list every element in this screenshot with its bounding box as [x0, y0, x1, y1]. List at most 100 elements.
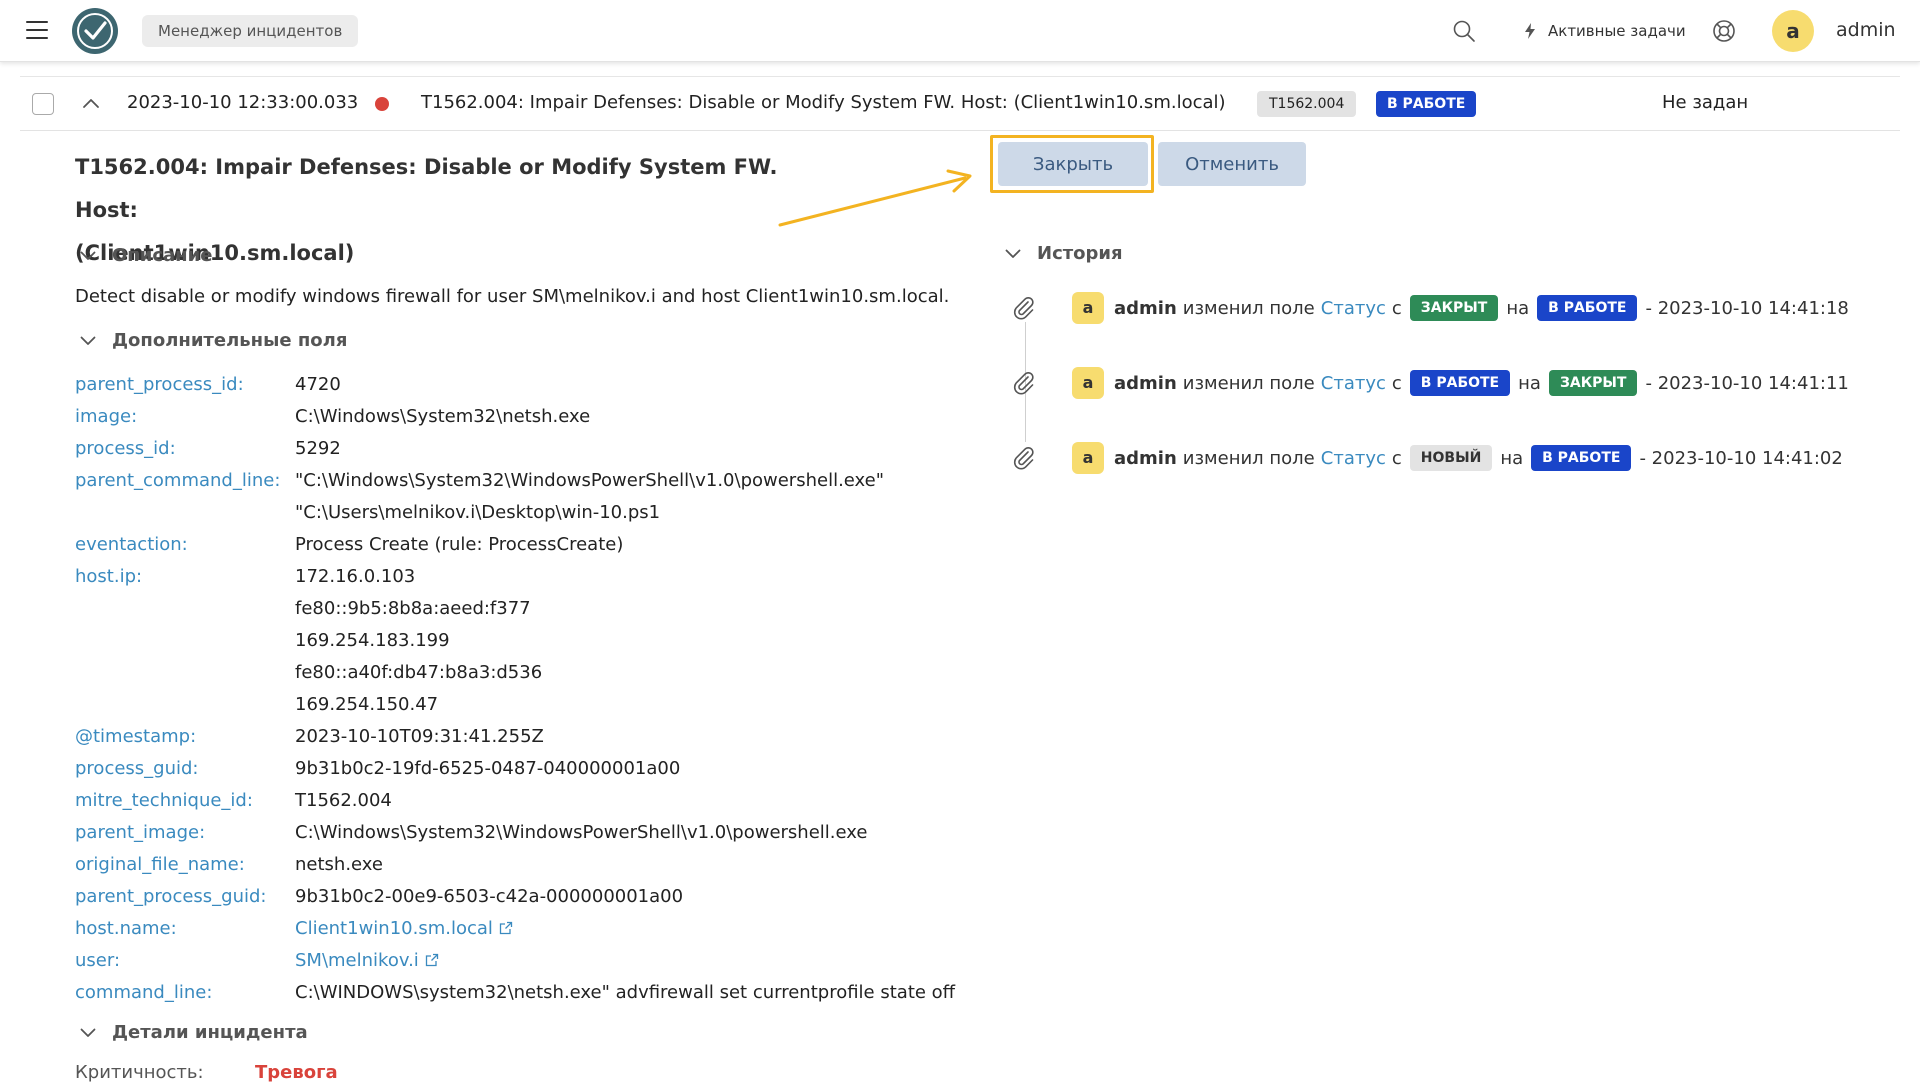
field-key: parent_command_line:: [75, 470, 281, 491]
field-key: parent_process_guid:: [75, 886, 267, 907]
field-value: "C:\Users\melnikov.i\Desktop\win-10.ps1: [295, 502, 661, 523]
field-value: fe80::9b5:8b8a:aeed:f377: [295, 598, 531, 619]
field-row: parent_process_guid: 9b31b0c2-00e9-6503-c…: [75, 881, 975, 913]
chevron-down-icon: [1005, 249, 1021, 258]
field-value: netsh.exe: [295, 854, 383, 875]
field-row: host.ip: 172.16.0.103: [75, 561, 975, 593]
section-title: Дополнительные поля: [112, 330, 348, 351]
field-value: fe80::a40f:db47:b8a3:d536: [295, 662, 543, 683]
history-to-word: на: [1518, 372, 1541, 394]
history-action: изменил поле: [1182, 447, 1315, 469]
field-row: command_line: C:\WINDOWS\system32\netsh.e…: [75, 977, 975, 1009]
history-time: - 2023-10-10 14:41:11: [1645, 372, 1849, 394]
severity-dot: [375, 97, 389, 111]
active-tasks-button[interactable]: Активные задачи: [1524, 20, 1686, 42]
history-action: изменил поле: [1182, 372, 1315, 394]
app-name-badge[interactable]: Менеджер инцидентов: [142, 15, 359, 47]
field-value: 9b31b0c2-19fd-6525-0487-040000001a00: [295, 758, 681, 779]
chevron-down-icon: [80, 251, 96, 260]
external-link-icon[interactable]: [425, 953, 439, 967]
menu-icon[interactable]: [26, 21, 48, 39]
host-name-link[interactable]: Client1win10.sm.local: [295, 913, 513, 945]
field-row: parent_command_line: "C:\Windows\System32…: [75, 465, 975, 497]
history-time: - 2023-10-10 14:41:02: [1639, 447, 1843, 469]
user-name[interactable]: admin: [1836, 19, 1896, 41]
field-row: image: C:\Windows\System32\netsh.exe: [75, 401, 975, 433]
status-badge: В РАБОТЕ: [1537, 295, 1638, 321]
row-checkbox[interactable]: [32, 93, 54, 115]
logo-icon[interactable]: [70, 6, 120, 56]
field-row: parent_image: C:\Windows\System32\Windows…: [75, 817, 975, 849]
bolt-icon: [1525, 23, 1535, 39]
history-user: admin: [1114, 447, 1177, 469]
field-key: parent_image:: [75, 822, 206, 843]
history-item: a admin изменил поле Статус с В РАБОТЕ н…: [1010, 366, 1849, 400]
history-to-word: на: [1500, 447, 1524, 469]
technique-tag: T1562.004: [1257, 91, 1357, 117]
field-row: @timestamp: 2023-10-10T09:31:41.255Z: [75, 721, 975, 753]
history-avatar: a: [1072, 442, 1104, 474]
avatar[interactable]: a: [1772, 10, 1814, 52]
section-title: Описание: [112, 245, 213, 266]
history-field: Статус: [1320, 297, 1386, 319]
field-key: host.ip:: [75, 566, 143, 587]
chevron-up-icon[interactable]: [80, 93, 102, 115]
field-value: T1562.004: [295, 790, 392, 811]
field-key: [75, 497, 295, 529]
field-key: parent_process_id:: [75, 374, 244, 395]
user-link[interactable]: SM\melnikov.i: [295, 945, 439, 977]
assignee[interactable]: Не задан: [1662, 92, 1748, 113]
detail-title-line: T1562.004: Impair Defenses: Disable or M…: [75, 155, 778, 222]
history-user: admin: [1114, 297, 1177, 319]
history-from-word: с: [1391, 447, 1402, 469]
incident-title[interactable]: T1562.004: Impair Defenses: Disable or M…: [421, 92, 1226, 113]
section-description[interactable]: Описание: [80, 245, 212, 266]
extra-fields-list: parent_process_id: 4720 image: C:\Windows\…: [75, 369, 975, 1009]
field-value: C:\WINDOWS\system32\netsh.exe" advfirewa…: [295, 982, 956, 1003]
field-value: 2023-10-10T09:31:41.255Z: [295, 726, 544, 747]
history-avatar: a: [1072, 367, 1104, 399]
field-key: eventaction:: [75, 534, 188, 555]
cancel-button[interactable]: Отменить: [1158, 142, 1306, 186]
field-row: host.name: Client1win10.sm.local: [75, 913, 975, 945]
field-row: mitre_technique_id: T1562.004: [75, 785, 975, 817]
incident-row[interactable]: 2023-10-10 12:33:00.033 T1562.004: Impai…: [20, 77, 1900, 131]
section-extra-fields[interactable]: Дополнительные поля: [80, 330, 347, 351]
search-icon[interactable]: [1452, 19, 1476, 43]
paperclip-icon: [1013, 296, 1034, 320]
section-title: История: [1037, 243, 1123, 264]
description-text: Detect disable or modify windows firewal…: [75, 286, 950, 307]
field-row: user: SM\melnikov.i: [75, 945, 975, 977]
status-badge: В РАБОТЕ: [1409, 370, 1511, 396]
field-key: host.name:: [75, 918, 177, 939]
field-row: 169.254.150.47: [75, 689, 975, 721]
field-value: Process Create (rule: ProcessCreate): [295, 534, 624, 555]
paperclip-icon: [1013, 371, 1034, 395]
section-title: Детали инцидента: [112, 1022, 308, 1043]
history-from-word: с: [1391, 372, 1402, 394]
field-value: 169.254.150.47: [295, 694, 439, 715]
section-history[interactable]: История: [1005, 243, 1123, 264]
history-item: a admin изменил поле Статус с НОВЫЙ на В…: [1010, 441, 1843, 475]
close-button[interactable]: Закрыть: [998, 142, 1148, 186]
field-key: image:: [75, 406, 138, 427]
field-row: eventaction: Process Create (rule: Proces…: [75, 529, 975, 561]
history-to-word: на: [1506, 297, 1530, 319]
field-key: user:: [75, 950, 121, 971]
field-key: [75, 657, 295, 689]
annotation-arrow: [778, 169, 972, 227]
field-key: @timestamp:: [75, 726, 197, 747]
field-key: process_guid:: [75, 758, 199, 779]
status-badge: НОВЫЙ: [1409, 445, 1493, 471]
field-row: 169.254.183.199: [75, 625, 975, 657]
lifebuoy-icon[interactable]: [1712, 19, 1736, 43]
history-action: изменил поле: [1182, 297, 1315, 319]
section-incident-details[interactable]: Детали инцидента: [80, 1022, 308, 1043]
host-name-text: Client1win10.sm.local: [295, 918, 493, 939]
chevron-down-icon: [80, 336, 96, 345]
field-key: [75, 593, 295, 625]
external-link-icon[interactable]: [499, 921, 513, 935]
field-row: original_file_name: netsh.exe: [75, 849, 975, 881]
field-value: 169.254.183.199: [295, 630, 450, 651]
status-badge: В РАБОТЕ: [1531, 445, 1632, 471]
